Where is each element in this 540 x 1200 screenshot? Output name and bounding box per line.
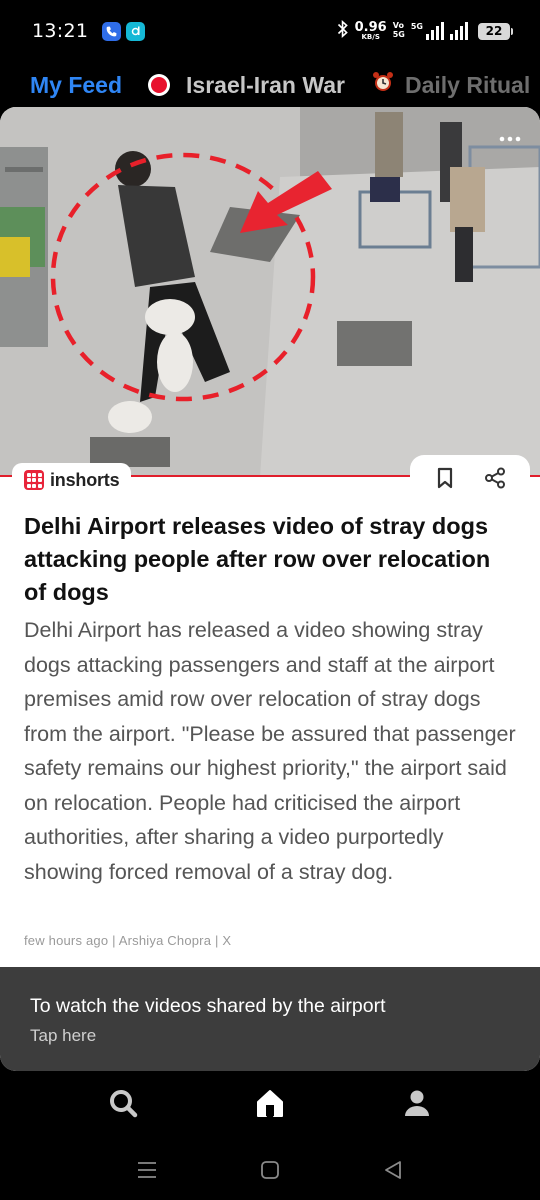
status-bar: 13:21 0.96 KB/S Vo 5G 5G 22 [0,0,540,62]
net-speed: 0.96 KB/S [355,21,387,41]
source-name: inshorts [50,469,120,490]
more-options-icon[interactable] [492,121,528,157]
banner-title: To watch the videos shared by the airpor… [30,995,386,1017]
source-badge: inshorts [12,463,132,497]
home-button-icon[interactable] [250,1150,290,1190]
battery-icon: 22 [478,22,513,40]
home-icon[interactable] [240,1073,300,1133]
bottom-navigation [0,1071,540,1135]
cctv-scene-illustration [0,107,540,477]
inshorts-logo-icon [24,470,44,490]
tab-label: Israel-Iran War [186,71,345,98]
alarm-clock-icon [371,70,395,100]
share-icon[interactable] [478,461,512,495]
status-icons: 0.96 KB/S Vo 5G 5G 22 [337,19,513,42]
status-time: 13:21 [32,20,89,42]
search-icon[interactable] [93,1073,153,1133]
news-meta: few hours ago | Arshiya Chopra | X [24,933,232,948]
network-type: 5G [410,22,423,31]
tab-my-feed[interactable]: My Feed [30,72,122,99]
banner-subtitle: Tap here [30,1026,97,1045]
bookmark-icon[interactable] [428,461,462,495]
system-navigation [0,1140,540,1200]
tab-label: Daily Ritual [404,71,531,98]
signal-icon [450,22,468,40]
back-icon[interactable] [373,1150,413,1190]
signal-icon [426,22,444,40]
recents-icon[interactable] [127,1150,167,1190]
news-body: Delhi Airport has released a video showi… [24,618,516,884]
live-dot-icon [148,74,171,96]
news-media-image[interactable] [0,107,540,477]
bluetooth-icon [337,19,349,42]
tab-label: My Feed [30,71,123,98]
profile-icon[interactable] [387,1073,447,1133]
assistant-app-icon [126,21,146,41]
net-speed-unit: KB/S [361,33,380,41]
category-tabs: My Feed Israel-Iran War Daily Ritual [0,64,540,106]
watch-videos-banner[interactable]: To watch the videos shared by the airpor… [0,967,540,1071]
news-card[interactable]: inshorts Delhi Airport releases video of… [0,107,540,1071]
phone-app-icon [102,21,122,41]
tab-israel-iran-war[interactable]: Israel-Iran War [148,72,345,99]
volte-indicator: Vo 5G [392,21,405,40]
tab-daily-ritual[interactable]: Daily Ritual [371,70,530,100]
volte-bottom: 5G [392,30,405,39]
screen: 13:21 0.96 KB/S Vo 5G 5G 22 My Feed Isra… [0,0,540,1200]
news-headline[interactable]: Delhi Airport releases video of stray do… [24,510,516,609]
card-actions [410,455,530,501]
